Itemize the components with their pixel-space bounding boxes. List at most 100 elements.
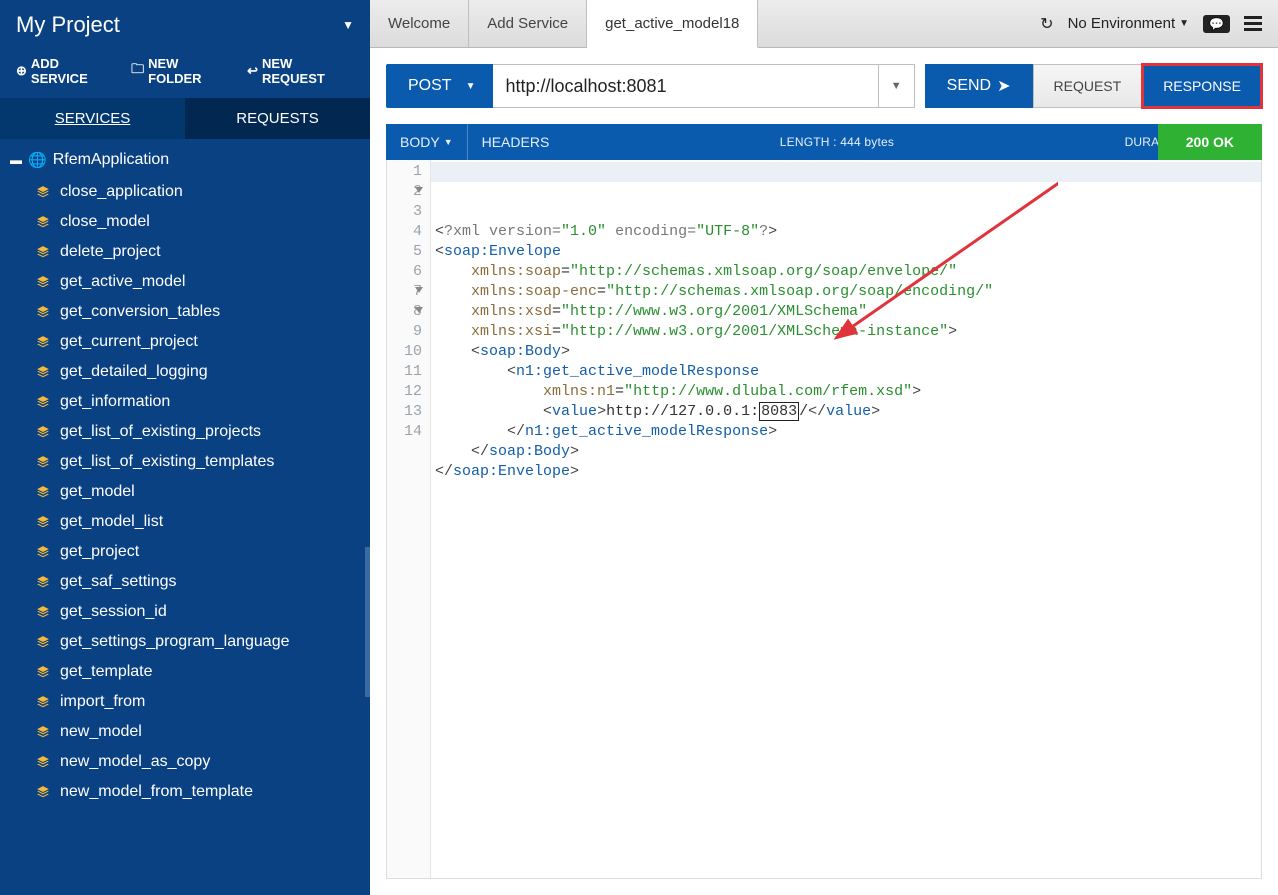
tree-root[interactable]: ▬ 🌐 RfemApplication bbox=[0, 147, 370, 173]
method-label: POST bbox=[408, 77, 452, 95]
body-tab-label: BODY bbox=[400, 134, 440, 150]
new-folder-button[interactable]: 🗀 NEW FOLDER bbox=[131, 56, 231, 86]
tree-item-label: import_from bbox=[60, 693, 145, 711]
add-service-label: ADD SERVICE bbox=[31, 56, 115, 86]
tree-item[interactable]: get_information bbox=[36, 387, 370, 417]
tree-item[interactable]: get_settings_program_language bbox=[36, 627, 370, 657]
tree-item[interactable]: new_model_from_template bbox=[36, 777, 370, 807]
sidebar-actions: ⊕ ADD SERVICE 🗀 NEW FOLDER ↩ NEW REQUEST bbox=[0, 56, 370, 98]
layers-icon bbox=[36, 185, 50, 199]
active-line-highlight bbox=[431, 162, 1261, 182]
layers-icon bbox=[36, 755, 50, 769]
minus-icon: ▬ bbox=[10, 153, 22, 167]
tree-root-label: RfemApplication bbox=[53, 151, 170, 169]
chevron-down-icon: ▼ bbox=[342, 18, 354, 32]
plus-icon: ⊕ bbox=[16, 63, 27, 79]
url-history-dropdown[interactable]: ▼ bbox=[879, 64, 915, 108]
tree-item[interactable]: delete_project bbox=[36, 237, 370, 267]
new-request-label: NEW REQUEST bbox=[262, 56, 354, 86]
tab[interactable]: Add Service bbox=[469, 0, 587, 47]
layers-icon bbox=[36, 335, 50, 349]
topbar: WelcomeAdd Serviceget_active_model18 ↻ N… bbox=[370, 0, 1278, 48]
layers-icon bbox=[36, 785, 50, 799]
tree-item-label: get_model bbox=[60, 483, 135, 501]
request-icon: ↩ bbox=[247, 63, 258, 79]
new-request-button[interactable]: ↩ NEW REQUEST bbox=[247, 56, 354, 86]
tree-item[interactable]: get_project bbox=[36, 537, 370, 567]
layers-icon bbox=[36, 545, 50, 559]
refresh-icon[interactable]: ↻ bbox=[1040, 14, 1053, 34]
tree-item-label: get_conversion_tables bbox=[60, 303, 220, 321]
layers-icon bbox=[36, 575, 50, 589]
tree-item-label: get_list_of_existing_projects bbox=[60, 423, 261, 441]
tab[interactable]: get_active_model18 bbox=[587, 0, 758, 48]
url-input[interactable]: http://localhost:8081 bbox=[493, 64, 878, 108]
tree-item-label: get_saf_settings bbox=[60, 573, 177, 591]
tree-item-label: get_detailed_logging bbox=[60, 363, 208, 381]
sidebar-tabs: SERVICES REQUESTS bbox=[0, 98, 370, 139]
tree-item-label: get_model_list bbox=[60, 513, 163, 531]
menu-icon[interactable] bbox=[1244, 16, 1262, 31]
tree-item-label: get_project bbox=[60, 543, 139, 561]
tree-item[interactable]: get_session_id bbox=[36, 597, 370, 627]
layers-icon bbox=[36, 365, 50, 379]
layers-icon bbox=[36, 635, 50, 649]
chat-icon[interactable]: 💬 bbox=[1203, 15, 1230, 33]
scrollbar-thumb[interactable] bbox=[365, 547, 370, 697]
request-bar: POST ▼ http://localhost:8081 ▼ SEND ➤ RE… bbox=[370, 48, 1278, 108]
tab-bar: WelcomeAdd Serviceget_active_model18 bbox=[370, 0, 758, 47]
tree-item[interactable]: get_conversion_tables bbox=[36, 297, 370, 327]
line-gutter: 1234567891011121314 bbox=[387, 160, 431, 878]
layers-icon bbox=[36, 725, 50, 739]
request-response-toggle: REQUEST RESPONSE bbox=[1033, 64, 1263, 108]
tree-item-label: delete_project bbox=[60, 243, 161, 261]
tree-item[interactable]: get_detailed_logging bbox=[36, 357, 370, 387]
environment-dropdown[interactable]: No Environment ▼ bbox=[1068, 15, 1189, 32]
tree-item[interactable]: new_model bbox=[36, 717, 370, 747]
tree-item[interactable]: get_current_project bbox=[36, 327, 370, 357]
tree-item-label: get_current_project bbox=[60, 333, 198, 351]
chevron-down-icon: ▼ bbox=[466, 81, 476, 92]
chevron-down-icon: ▼ bbox=[1179, 18, 1189, 29]
tree-item[interactable]: get_list_of_existing_templates bbox=[36, 447, 370, 477]
tree-item[interactable]: new_model_as_copy bbox=[36, 747, 370, 777]
tree-item[interactable]: get_template bbox=[36, 657, 370, 687]
send-label: SEND bbox=[947, 77, 991, 95]
environment-label: No Environment bbox=[1068, 15, 1176, 32]
layers-icon bbox=[36, 485, 50, 499]
layers-icon bbox=[36, 455, 50, 469]
tree-item-label: close_model bbox=[60, 213, 150, 231]
response-view-button[interactable]: RESPONSE bbox=[1142, 64, 1262, 108]
tree-item-label: new_model bbox=[60, 723, 142, 741]
tree-item[interactable]: get_list_of_existing_projects bbox=[36, 417, 370, 447]
tab[interactable]: Welcome bbox=[370, 0, 469, 47]
tree-item[interactable]: get_active_model bbox=[36, 267, 370, 297]
tree-item[interactable]: get_model_list bbox=[36, 507, 370, 537]
layers-icon bbox=[36, 695, 50, 709]
tree-item[interactable]: get_saf_settings bbox=[36, 567, 370, 597]
code-area[interactable]: <?xml version="1.0" encoding="UTF-8"?> <… bbox=[431, 160, 1261, 878]
new-folder-label: NEW FOLDER bbox=[148, 56, 231, 86]
send-arrow-icon: ➤ bbox=[997, 76, 1010, 96]
tree-item[interactable]: close_model bbox=[36, 207, 370, 237]
layers-icon bbox=[36, 425, 50, 439]
method-dropdown[interactable]: POST ▼ bbox=[386, 64, 493, 108]
sidebar-tab-requests[interactable]: REQUESTS bbox=[185, 98, 370, 139]
length-label: LENGTH : 444 bytes bbox=[766, 135, 908, 149]
folder-icon: 🗀 bbox=[131, 60, 144, 82]
tree-item-label: new_model_from_template bbox=[60, 783, 253, 801]
body-tab[interactable]: BODY ▼ bbox=[386, 134, 467, 150]
tree-item[interactable]: close_application bbox=[36, 177, 370, 207]
headers-tab[interactable]: HEADERS bbox=[468, 134, 564, 150]
send-button[interactable]: SEND ➤ bbox=[925, 64, 1033, 108]
main-panel: WelcomeAdd Serviceget_active_model18 ↻ N… bbox=[370, 0, 1278, 895]
project-header[interactable]: My Project ▼ bbox=[0, 0, 370, 56]
sidebar-tab-services[interactable]: SERVICES bbox=[0, 98, 185, 139]
tree-item-label: close_application bbox=[60, 183, 183, 201]
tree-item[interactable]: get_model bbox=[36, 477, 370, 507]
tree-item-label: get_information bbox=[60, 393, 170, 411]
topbar-right: ↻ No Environment ▼ 💬 bbox=[1024, 0, 1278, 47]
request-view-button[interactable]: REQUEST bbox=[1033, 64, 1143, 108]
add-service-button[interactable]: ⊕ ADD SERVICE bbox=[16, 56, 115, 86]
tree-item[interactable]: import_from bbox=[36, 687, 370, 717]
